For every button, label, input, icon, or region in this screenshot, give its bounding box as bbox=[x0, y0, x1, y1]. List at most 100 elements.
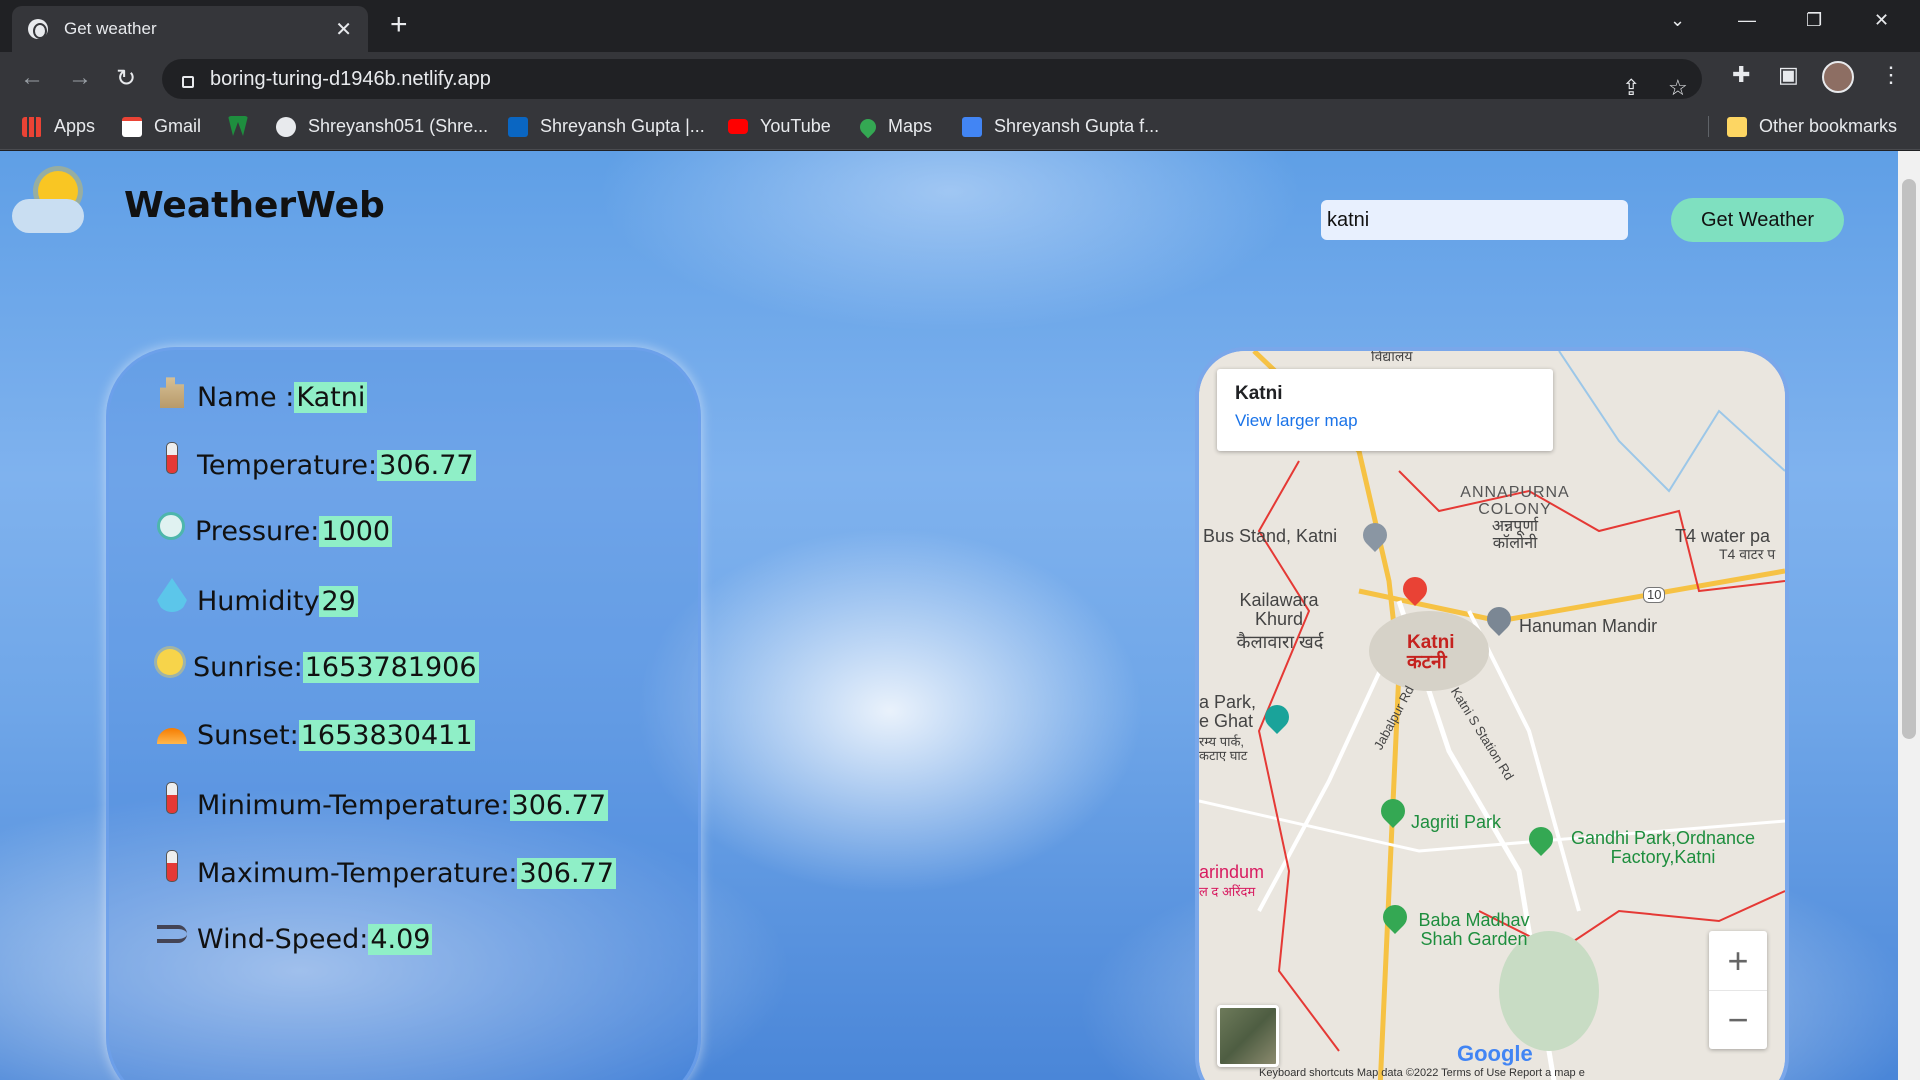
youtube-icon bbox=[728, 119, 748, 134]
bookmark-gmail[interactable]: Gmail bbox=[122, 116, 201, 137]
wind-speed-value: 4.09 bbox=[368, 924, 433, 955]
sunrise-row: Sunrise: 1653781906 bbox=[157, 648, 479, 683]
map-label: Kailawara Khurd bbox=[1239, 590, 1319, 629]
highway-shield: 10 bbox=[1643, 587, 1666, 603]
map-label: कैलावारा खर्द bbox=[1236, 632, 1324, 652]
extensions-icon[interactable]: ✚ bbox=[1732, 62, 1750, 88]
map-label: T4 water pa bbox=[1675, 526, 1771, 546]
map-label: a Park, e Ghat bbox=[1199, 692, 1257, 731]
side-panel-icon[interactable]: ▣ bbox=[1778, 62, 1799, 88]
wind-icon bbox=[157, 924, 187, 943]
thermometer-icon bbox=[157, 442, 187, 476]
name-label: Name : bbox=[197, 381, 295, 413]
map-label: Baba Madhav Shah Garden bbox=[1418, 910, 1530, 949]
max-temperature-label: Maximum-Temperature: bbox=[197, 857, 518, 889]
map-city-label: Katni bbox=[1407, 632, 1455, 653]
forward-icon[interactable]: → bbox=[68, 64, 92, 92]
minimize-icon[interactable]: — bbox=[1738, 10, 1756, 31]
address-bar[interactable]: boring-turing-d1946b.netlify.app ⇪ ☆ bbox=[162, 59, 1702, 101]
zoom-out-button[interactable]: − bbox=[1709, 990, 1767, 1049]
map-embed[interactable]: Katni View larger map विद्यालय ANNAPURNA… bbox=[1195, 347, 1789, 1080]
close-window-icon[interactable]: ✕ bbox=[1874, 10, 1889, 31]
view-larger-map-link[interactable]: View larger map bbox=[1235, 411, 1535, 431]
bookmark-other[interactable]: Other bookmarks bbox=[1708, 116, 1897, 137]
github-icon bbox=[276, 116, 296, 137]
sunrise-value: 1653781906 bbox=[302, 652, 479, 683]
bookmark-github[interactable]: Shreyansh051 (Shre... bbox=[276, 116, 488, 137]
back-icon[interactable]: ← bbox=[20, 64, 44, 92]
name-row: Name : Katni bbox=[157, 377, 368, 414]
lock-icon bbox=[182, 76, 194, 88]
bookmark-w[interactable] bbox=[228, 116, 260, 136]
bookmark-label: Gmail bbox=[154, 116, 202, 136]
map-info-box: Katni View larger map bbox=[1217, 369, 1553, 451]
weather-card: Name : Katni Temperature: 306.77 Pressure:… bbox=[106, 347, 701, 1080]
thermometer-icon bbox=[157, 782, 187, 816]
map-footer: Keyboard shortcuts Map data ©2022 Terms … bbox=[1259, 1067, 1585, 1079]
bookmark-star-icon[interactable]: ☆ bbox=[1668, 75, 1688, 101]
reload-icon[interactable]: ↻ bbox=[116, 64, 136, 93]
humidity-value: 29 bbox=[319, 585, 358, 617]
docs-icon bbox=[962, 116, 982, 137]
temperature-label: Temperature: bbox=[197, 449, 378, 481]
scrollbar-thumb[interactable] bbox=[1902, 179, 1916, 739]
profile-avatar[interactable] bbox=[1822, 61, 1854, 93]
max-temperature-value: 306.77 bbox=[517, 857, 616, 889]
bookmark-youtube[interactable]: YouTube bbox=[728, 116, 831, 137]
wind-speed-label: Wind-Speed: bbox=[197, 924, 369, 955]
city-search-input[interactable] bbox=[1321, 200, 1628, 240]
sunset-icon bbox=[157, 727, 187, 744]
brand-title: WeatherWeb bbox=[124, 185, 385, 226]
linkedin-icon bbox=[508, 116, 528, 137]
map-label: अन्नपूर्णा कॉलोनी bbox=[1491, 518, 1539, 552]
name-value: Katni bbox=[294, 381, 368, 413]
map-label: रम्य पार्क, कटाए घाट bbox=[1199, 734, 1248, 763]
get-weather-button[interactable]: Get Weather bbox=[1671, 198, 1844, 242]
sun-icon bbox=[157, 648, 183, 675]
bookmark-label: Shreyansh Gupta f... bbox=[994, 116, 1160, 136]
map-place-name: Katni bbox=[1235, 383, 1283, 404]
pressure-value: 1000 bbox=[319, 516, 393, 547]
bookmark-label: Shreyansh Gupta |... bbox=[540, 116, 705, 136]
min-temperature-row: Minimum-Temperature: 306.77 bbox=[157, 788, 609, 822]
menu-icon[interactable]: ⋮ bbox=[1880, 62, 1902, 88]
close-tab-icon[interactable]: ✕ bbox=[335, 17, 352, 42]
zoom-in-button[interactable]: + bbox=[1709, 931, 1767, 990]
tab-search-icon[interactable]: ⌄ bbox=[1670, 10, 1685, 31]
restore-icon[interactable]: ❐ bbox=[1806, 10, 1822, 31]
satellite-toggle[interactable] bbox=[1217, 1005, 1279, 1067]
map-label: Gandhi Park,Ordnance Factory,Katni bbox=[1570, 828, 1756, 867]
browser-toolbar: ← → ↻ boring-turing-d1946b.netlify.app ⇪… bbox=[0, 52, 1920, 104]
globe-icon bbox=[28, 19, 48, 39]
water-drop-icon bbox=[157, 578, 187, 612]
pressure-row: Pressure: 1000 bbox=[157, 511, 393, 547]
browser-tab-strip: Get weather ✕ + ⌄ — ❐ ✕ bbox=[0, 0, 1920, 52]
sunset-row: Sunset: 1653830411 bbox=[157, 720, 475, 751]
w-icon bbox=[228, 116, 248, 136]
map-label: Jagriti Park bbox=[1411, 812, 1502, 832]
weather-logo-icon bbox=[12, 169, 90, 233]
page-scrollbar[interactable] bbox=[1898, 151, 1920, 1080]
map-label: ल द अरिंदम bbox=[1199, 884, 1256, 899]
map-label: T4 वाटर प bbox=[1719, 546, 1776, 562]
weather-page: WeatherWeb Get Weather Name :Katni Tempe… bbox=[0, 151, 1898, 1080]
bookmark-label: Other bookmarks bbox=[1759, 116, 1898, 136]
humidity-row: Humidity 29 bbox=[157, 578, 358, 618]
bookmark-linkedin[interactable]: Shreyansh Gupta |... bbox=[508, 116, 705, 137]
maps-pin-icon bbox=[856, 115, 880, 138]
bookmark-maps[interactable]: Maps bbox=[856, 115, 932, 138]
thermometer-icon bbox=[157, 850, 187, 884]
map-canvas[interactable]: Katni View larger map विद्यालय ANNAPURNA… bbox=[1199, 351, 1785, 1080]
bookmark-docs[interactable]: Shreyansh Gupta f... bbox=[962, 116, 1159, 137]
gauge-icon bbox=[157, 511, 185, 540]
map-label: Bus Stand, Katni bbox=[1203, 526, 1338, 546]
bookmark-apps[interactable]: Apps bbox=[22, 116, 95, 137]
new-tab-icon[interactable]: + bbox=[390, 8, 408, 42]
share-icon[interactable]: ⇪ bbox=[1622, 75, 1640, 101]
min-temperature-label: Minimum-Temperature: bbox=[197, 789, 510, 821]
browser-tab[interactable]: Get weather ✕ bbox=[12, 6, 368, 52]
folder-icon bbox=[1727, 116, 1747, 137]
wind-speed-row: Wind-Speed: 4.09 bbox=[157, 924, 433, 955]
pressure-label: Pressure: bbox=[195, 516, 320, 547]
map-label: arindum bbox=[1199, 862, 1265, 882]
